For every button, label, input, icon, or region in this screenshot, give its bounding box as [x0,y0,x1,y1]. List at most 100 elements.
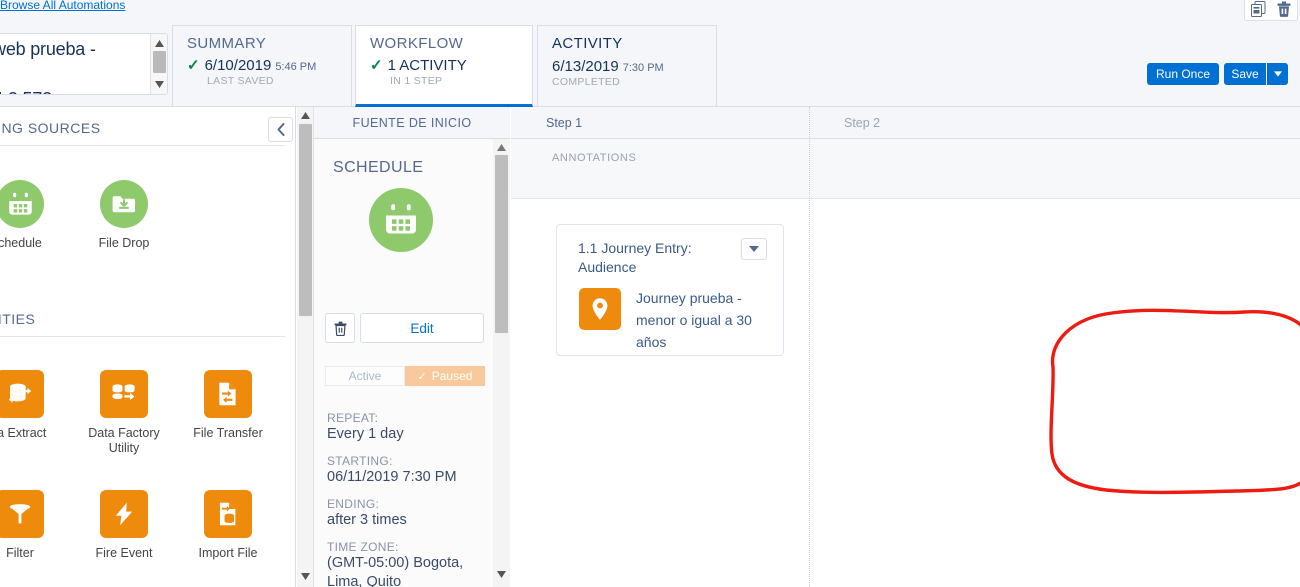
tab-activity[interactable]: ACTIVITY 6/13/2019 7:30 PM COMPLETED [537,25,717,107]
palette-item-file-drop[interactable]: File Drop [81,180,167,251]
palette-item-fire-event[interactable]: Fire Event [81,490,167,561]
step-column-divider [809,107,810,587]
palette-item-file-transfer[interactable]: File Transfer [185,370,271,441]
palette-item-fire-event-label: Fire Event [95,546,153,560]
save-button[interactable]: Save [1224,63,1266,85]
schedule-detail-starting: STARTING: 06/11/2019 7:30 PM [327,454,497,487]
step-1-label: Step 1 [546,115,583,130]
step-2-label: Step 2 [844,115,881,130]
data-factory-utility-icon [100,370,148,418]
palette-item-schedule[interactable]: chedule [0,180,63,251]
scrollbar-thumb[interactable] [495,155,508,333]
file-drop-icon [100,180,148,228]
chevron-down-icon [1274,71,1282,77]
scroll-down-icon[interactable] [154,80,165,89]
location-pin-icon [579,288,621,330]
palette-item-data-factory-utility[interactable]: Data Factory Utility [81,370,167,456]
trash-icon[interactable] [1277,1,1291,17]
header-band: Browse All Automations rney web prueba -… [0,0,1300,107]
schedule-panel: SCHEDULE Edit Active ✓ Paused REPEAT: Ev… [314,139,510,587]
save-dropdown-button[interactable] [1267,63,1288,85]
scroll-down-icon[interactable] [300,572,311,581]
schedule-detail-starting-key: STARTING: [327,454,393,468]
tab-summary-date: 6/10/2019 [204,57,272,74]
fire-event-icon [100,490,148,538]
tab-summary[interactable]: SUMMARY ✓ 6/10/2019 5:46 PM LAST SAVED [172,25,352,107]
trash-icon [333,321,347,336]
palette-scrollbar[interactable] [297,107,314,587]
schedule-state-toggle: Active ✓ Paused [325,366,485,386]
scrollbar-thumb[interactable] [299,124,312,316]
schedule-detail-timezone-key: TIME ZONE: [327,540,399,554]
palette-item-data-extract-label: ta Extract [0,426,47,440]
palette-item-data-extract[interactable]: ta Extract [0,370,63,441]
chevron-left-icon [277,123,284,136]
scroll-up-icon[interactable] [496,143,507,152]
palette-divider-2 [0,336,285,337]
schedule-title: SCHEDULE [333,159,424,176]
tab-summary-title: SUMMARY [187,35,267,52]
workflow-activity-card[interactable]: 1.1 Journey Entry: Audience Journey prue… [556,224,784,356]
automation-workflow-screen: Browse All Automations rney web prueba -… [0,0,1300,587]
automation-name-scrollbar[interactable] [150,34,167,94]
tab-activity-time: 7:30 PM [622,62,664,74]
palette-item-data-factory-utility-label: Data Factory Utility [88,426,160,455]
palette-item-import-file[interactable]: Import File [185,490,271,561]
schedule-state-active-label: Active [348,369,382,383]
schedule-detail-timezone: TIME ZONE: (GMT-05:00) Bogota, Lima, Qui… [327,540,497,587]
starting-source-column: FUENTE DE INICIO SCHEDULE Edit Active ✓ … [314,107,510,587]
palette-item-filter-label: Filter [6,546,34,560]
automation-name-field[interactable]: rney web prueba - 9-06- 16464 2 572 [0,33,168,95]
run-once-button[interactable]: Run Once [1147,63,1219,85]
schedule-detail-repeat-value: Every 1 day [327,426,404,442]
schedule-detail-ending-value: after 3 times [327,512,407,528]
tab-workflow[interactable]: WORKFLOW ✓ 1 ACTIVITY IN 1 STEP [355,25,533,107]
file-transfer-icon [204,370,252,418]
delete-schedule-button[interactable] [325,313,355,343]
collapse-palette-button[interactable] [268,117,293,142]
scrollbar-thumb[interactable] [153,51,166,73]
red-annotation-highlight [1049,308,1300,495]
tab-workflow-title: WORKFLOW [370,35,464,52]
edit-schedule-button[interactable]: Edit [360,313,484,343]
schedule-detail-timezone-value: (GMT-05:00) Bogota, Lima, Quito [327,555,464,587]
starting-source-header-label: FUENTE DE INICIO [352,115,472,130]
tab-summary-sub: LAST SAVED [207,75,274,87]
schedule-detail-repeat-key: REPEAT: [327,411,379,425]
schedule-panel-scrollbar[interactable] [493,139,510,587]
calendar-icon [369,188,433,252]
filter-icon [0,490,44,538]
import-file-icon [204,490,252,538]
tab-activity-date: 6/13/2019 [552,58,619,75]
tab-summary-time: 5:46 PM [275,61,317,73]
copy-icon[interactable] [1250,1,1266,17]
schedule-detail-ending: ENDING: after 3 times [327,497,497,530]
step-1-header[interactable]: Step 1 [511,107,809,139]
workflow-activity-card-menu-button[interactable] [741,238,767,260]
palette-item-filter[interactable]: Filter [0,490,63,561]
scroll-down-icon[interactable] [496,570,507,579]
chevron-down-icon [749,246,759,252]
workflow-activity-card-description: Journey prueba - menor o igual a 30 años [636,290,752,350]
starting-source-header: FUENTE DE INICIO [314,107,510,139]
scroll-up-icon[interactable] [154,39,165,48]
tab-summary-check-icon: ✓ [187,57,200,74]
palette-item-schedule-label: chedule [0,236,42,250]
step-2-header[interactable]: Step 2 [809,107,1300,139]
header-icon-group [1244,0,1298,21]
schedule-state-paused-label: Paused [431,369,473,383]
tab-activity-title: ACTIVITY [552,35,623,52]
schedule-state-paused-button[interactable]: ✓ Paused [405,366,485,386]
scroll-up-icon[interactable] [300,111,311,120]
tab-activity-sub: COMPLETED [552,76,621,88]
schedule-state-active-button[interactable]: Active [325,366,405,386]
tab-workflow-check-icon: ✓ [370,57,383,74]
palette-section-starting-sources: TING SOURCES [0,120,101,136]
schedule-detail-repeat: REPEAT: Every 1 day [327,411,497,444]
annotations-band[interactable]: ANNOTATIONS [511,139,1300,199]
calendar-icon [0,180,44,228]
annotations-label: ANNOTATIONS [552,152,637,164]
data-extract-icon [0,370,44,418]
palette-divider-1 [0,145,285,146]
breadcrumb-browse-all-automations[interactable]: Browse All Automations [0,0,125,12]
